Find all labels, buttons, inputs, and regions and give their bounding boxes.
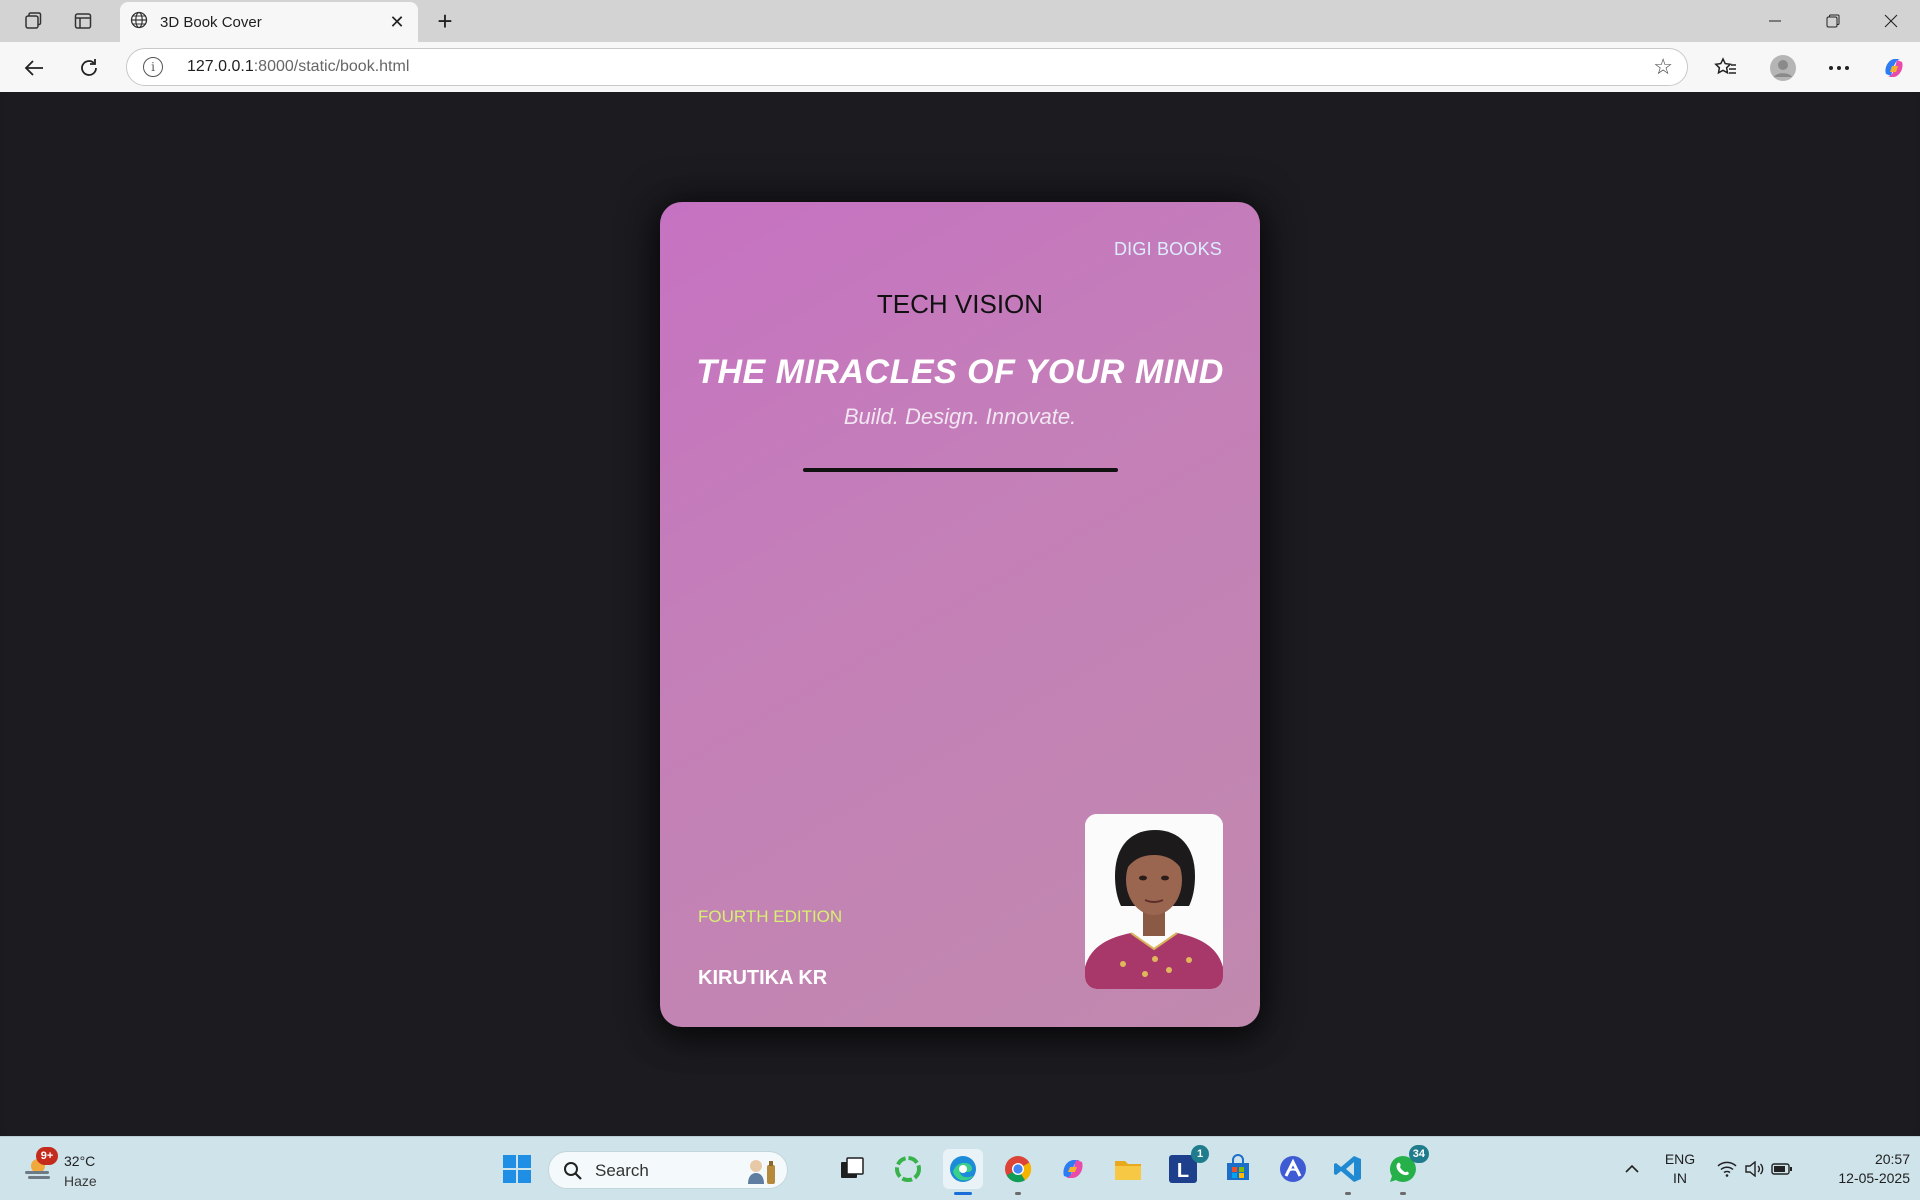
- whatsapp-icon[interactable]: 34: [1383, 1145, 1429, 1195]
- close-tab-icon[interactable]: ✕: [386, 11, 408, 33]
- title-divider: [803, 468, 1118, 472]
- weather-condition: Haze: [64, 1173, 97, 1189]
- search-label: Search: [595, 1161, 649, 1180]
- favorite-star-icon[interactable]: ☆: [1653, 54, 1673, 80]
- chrome-running-indicator: [1015, 1192, 1021, 1195]
- taskbar: 9+ 32°C Haze Search L 1 34 ENG IN 20:57 …: [0, 1136, 1920, 1200]
- file-explorer-icon[interactable]: [1108, 1149, 1148, 1189]
- url-text: 127.0.0.1:8000/static/book.html: [187, 58, 410, 75]
- wifi-icon[interactable]: [1714, 1137, 1740, 1200]
- favorites-icon[interactable]: [1710, 52, 1742, 84]
- search-highlight-icon: [748, 1160, 775, 1184]
- clock-time: 20:57: [1874, 1151, 1910, 1167]
- arc-icon[interactable]: [1273, 1149, 1313, 1189]
- author-photo: [1085, 814, 1223, 989]
- more-menu-icon[interactable]: [1823, 52, 1855, 84]
- back-arrow-icon[interactable]: [18, 52, 50, 84]
- vscode-running-indicator: [1345, 1192, 1351, 1195]
- region-code: IN: [1673, 1170, 1687, 1186]
- vscode-icon[interactable]: [1328, 1149, 1368, 1195]
- microsoft-store-icon[interactable]: [1218, 1149, 1258, 1189]
- browser-tab-strip: 3D Book Cover ✕ +: [0, 0, 1920, 42]
- refresh-icon[interactable]: [73, 52, 105, 84]
- chrome-icon[interactable]: [998, 1149, 1038, 1195]
- vertical-tabs-icon[interactable]: [68, 6, 98, 36]
- weather-badge: 9+: [36, 1147, 58, 1165]
- profile-avatar-icon[interactable]: [1767, 52, 1799, 84]
- svg-text:L: L: [1177, 1160, 1189, 1182]
- book-title: THE MIRACLES OF YOUR MIND: [696, 353, 1224, 391]
- taskbar-search-box[interactable]: Search: [548, 1151, 788, 1189]
- show-hidden-icons-chevron-icon[interactable]: [1620, 1137, 1644, 1200]
- l-app-icon[interactable]: L 1: [1163, 1145, 1209, 1189]
- book-tagline: Build. Design. Innovate.: [843, 404, 1077, 429]
- copilot-sidebar-icon[interactable]: [1878, 52, 1910, 84]
- copilot-loop-icon[interactable]: [888, 1149, 928, 1189]
- whatsapp-badge: 34: [1408, 1145, 1429, 1163]
- book-cover[interactable]: DIGI BOOKS TECH VISION THE MIRACLES OF Y…: [660, 202, 1260, 1027]
- workspaces-icon[interactable]: [18, 6, 48, 36]
- address-bar[interactable]: i 127.0.0.1:8000/static/book.html ☆: [126, 48, 1688, 86]
- weather-widget[interactable]: 9+ 32°C Haze: [22, 1147, 142, 1193]
- edge-running-indicator: [954, 1192, 972, 1195]
- start-icon[interactable]: [497, 1149, 537, 1189]
- site-info-icon[interactable]: i: [143, 57, 163, 77]
- tab-title: 3D Book Cover: [160, 13, 262, 31]
- publisher-label: DIGI BOOKS: [1113, 239, 1222, 259]
- battery-icon[interactable]: [1768, 1137, 1796, 1200]
- input-language-indicator[interactable]: ENG IN: [1660, 1150, 1700, 1188]
- close-window-icon[interactable]: [1863, 0, 1919, 42]
- clock-date: 12-05-2025: [1838, 1170, 1910, 1186]
- l-app-badge: 1: [1191, 1145, 1209, 1163]
- whatsapp-running-indicator: [1400, 1192, 1406, 1195]
- minimize-icon[interactable]: [1747, 0, 1803, 42]
- language-code: ENG: [1664, 1151, 1696, 1167]
- system-clock[interactable]: 20:57 12-05-2025: [1810, 1150, 1910, 1188]
- restore-icon[interactable]: [1805, 0, 1861, 42]
- new-tab-button[interactable]: +: [430, 6, 460, 36]
- volume-icon[interactable]: [1742, 1137, 1766, 1200]
- task-view-icon[interactable]: [832, 1149, 872, 1189]
- weather-temp: 32°C: [64, 1153, 96, 1169]
- active-tab[interactable]: 3D Book Cover ✕: [120, 2, 418, 42]
- edition-label: FOURTH EDITION: [698, 907, 843, 926]
- author-name: KIRUTIKA KR: [698, 967, 828, 989]
- page-viewport: DIGI BOOKS TECH VISION THE MIRACLES OF Y…: [5, 92, 1915, 1136]
- series-title: TECH VISION: [876, 289, 1044, 319]
- edge-icon[interactable]: [943, 1149, 983, 1195]
- globe-icon: [130, 11, 148, 34]
- copilot-icon[interactable]: [1053, 1149, 1093, 1189]
- browser-toolbar: i 127.0.0.1:8000/static/book.html ☆: [0, 42, 1920, 92]
- search-icon: [564, 1162, 582, 1180]
